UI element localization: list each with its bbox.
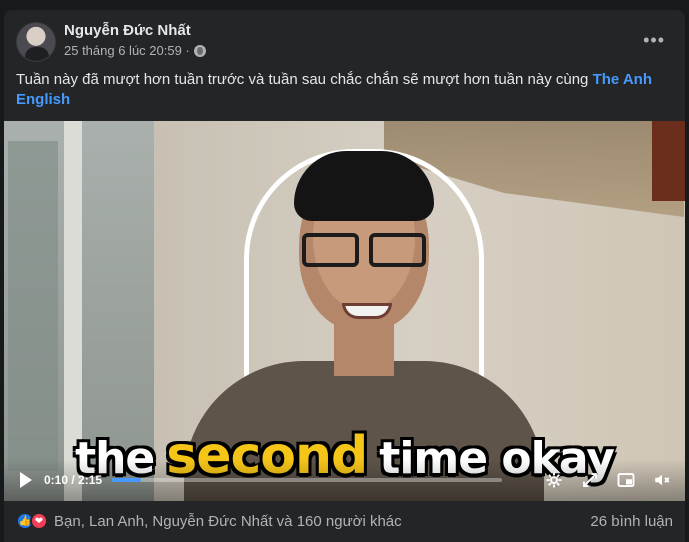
video-wall-frame xyxy=(652,121,685,201)
reactions[interactable]: 👍 ❤ xyxy=(16,512,48,530)
comment-count[interactable]: 26 bình luận xyxy=(590,513,673,530)
author-name[interactable]: Nguyễn Đức Nhất xyxy=(64,22,191,39)
person-glasses xyxy=(302,233,426,267)
post-body: Tuần này đã mượt hơn tuần trước và tuần … xyxy=(16,71,589,88)
control-icons xyxy=(545,471,671,489)
video-controls: 0:10 / 2:15 xyxy=(4,459,685,501)
person-hair xyxy=(294,151,434,221)
globe-icon xyxy=(193,44,206,57)
post-meta: 25 tháng 6 lúc 20:59 · xyxy=(64,43,206,58)
video-progress-fill xyxy=(112,478,141,482)
post-footer: 👍 ❤ Bạn, Lan Anh, Nguyễn Đức Nhất và 160… xyxy=(4,501,685,541)
reaction-summary[interactable]: Bạn, Lan Anh, Nguyễn Đức Nhất và 160 ngư… xyxy=(54,513,402,530)
mute-icon[interactable] xyxy=(653,471,671,489)
timestamp[interactable]: 25 tháng 6 lúc 20:59 · xyxy=(64,43,190,58)
post-text: Tuần này đã mượt hơn tuần trước và tuần … xyxy=(16,70,656,110)
expand-icon[interactable] xyxy=(581,471,599,489)
video-progress-bar[interactable] xyxy=(112,478,503,482)
video-player[interactable]: thesecondtime okay 0:10 / 2:15 xyxy=(4,121,685,501)
post-card: Nguyễn Đức Nhất 25 tháng 6 lúc 20:59 · •… xyxy=(4,10,685,542)
settings-icon[interactable] xyxy=(545,471,563,489)
video-door-pane xyxy=(8,141,58,471)
avatar[interactable] xyxy=(16,22,56,62)
video-time: 0:10 / 2:15 xyxy=(44,473,103,487)
play-icon[interactable] xyxy=(20,472,32,488)
pip-icon[interactable] xyxy=(617,471,635,489)
more-options-button[interactable]: ••• xyxy=(643,30,665,51)
post-header: Nguyễn Đức Nhất 25 tháng 6 lúc 20:59 · •… xyxy=(4,10,685,70)
love-icon: ❤ xyxy=(30,512,48,530)
